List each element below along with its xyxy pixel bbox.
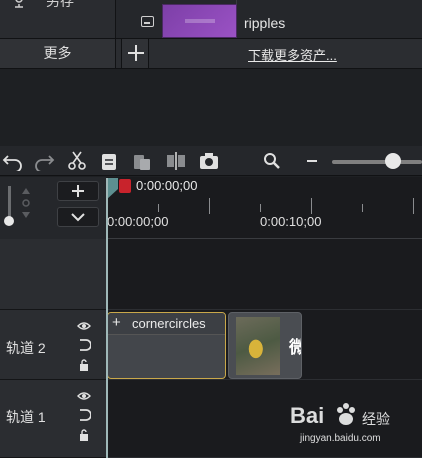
canvas-empty-area: [0, 70, 422, 146]
track-header-2[interactable]: 轨道 2: [0, 310, 106, 380]
library-bottom-bar: 更多 下载更多资产...: [0, 38, 422, 69]
undo-icon[interactable]: [2, 151, 24, 173]
lock-icon[interactable]: [77, 358, 91, 371]
audio-icon[interactable]: [77, 408, 92, 421]
watermark-url: jingyan.baidu.com: [300, 433, 381, 444]
watermark-logo: Bai: [290, 403, 325, 428]
camtasia-editor: 另存 ripples 更多 下载更多资产... 0:00:00;00 0:00:…: [0, 0, 422, 458]
split-icon[interactable]: [165, 151, 187, 171]
eye-icon[interactable]: [77, 319, 91, 331]
clip-cornercircles[interactable]: + cornercircles: [107, 312, 226, 379]
zoom-slider-knob[interactable]: [385, 153, 401, 169]
zoom-icon[interactable]: [262, 151, 284, 171]
media-item-ripples[interactable]: ripples: [136, 4, 422, 38]
baidu-paw-icon: [337, 403, 355, 425]
cut-icon[interactable]: [66, 151, 88, 171]
expand-clip-icon[interactable]: +: [112, 314, 121, 331]
media-item-name: ripples: [244, 15, 286, 31]
zoom-slider[interactable]: [332, 160, 422, 164]
track-header-empty: [0, 239, 106, 310]
watermark-brand: 经验: [362, 411, 390, 427]
paste-icon[interactable]: [132, 151, 154, 171]
lock-icon[interactable]: [77, 428, 91, 441]
clip-thumbnail: [236, 317, 280, 375]
eye-icon[interactable]: [77, 389, 91, 401]
track-label: 轨道 1: [6, 409, 46, 425]
track-header-1[interactable]: 轨道 1: [0, 380, 106, 458]
media-type-icon: [141, 16, 154, 27]
collapse-tracks-button[interactable]: [57, 207, 99, 227]
audio-icon[interactable]: [77, 338, 92, 351]
plus-icon: [72, 185, 84, 197]
magnet-icon[interactable]: [20, 188, 32, 218]
chevron-down-icon: [71, 213, 85, 222]
clip-image[interactable]: 微: [228, 312, 302, 379]
ruler-tick-label: 0:00:00;00: [107, 214, 169, 229]
sidebar-item-label: 另存: [46, 0, 74, 9]
clip-title-bar: + cornercircles: [108, 313, 225, 335]
track-area-empty[interactable]: [106, 239, 422, 310]
download-more-assets-link[interactable]: 下载更多资产...: [248, 45, 337, 64]
add-track-button[interactable]: [57, 181, 99, 201]
playhead-timecode: 0:00:00;00: [136, 178, 198, 193]
clip-caption: 微: [289, 333, 301, 358]
playhead-end-marker[interactable]: [119, 179, 131, 193]
redo-icon[interactable]: [33, 151, 55, 173]
more-button[interactable]: 更多: [0, 39, 116, 68]
track-height-knob[interactable]: [4, 216, 14, 226]
snapshot-icon[interactable]: [198, 151, 220, 171]
media-thumbnail: [162, 4, 237, 38]
playhead-line[interactable]: [106, 178, 108, 458]
clip-name: cornercircles: [132, 316, 206, 331]
copy-icon[interactable]: [99, 151, 121, 171]
library-sidebar-item[interactable]: 另存: [0, 0, 116, 38]
microphone-icon: [15, 0, 23, 8]
zoom-out-icon[interactable]: [302, 151, 324, 171]
track-label: 轨道 2: [6, 340, 46, 356]
add-icon[interactable]: [121, 39, 149, 68]
ruler-tick-label: 0:00:10;00: [260, 214, 322, 229]
